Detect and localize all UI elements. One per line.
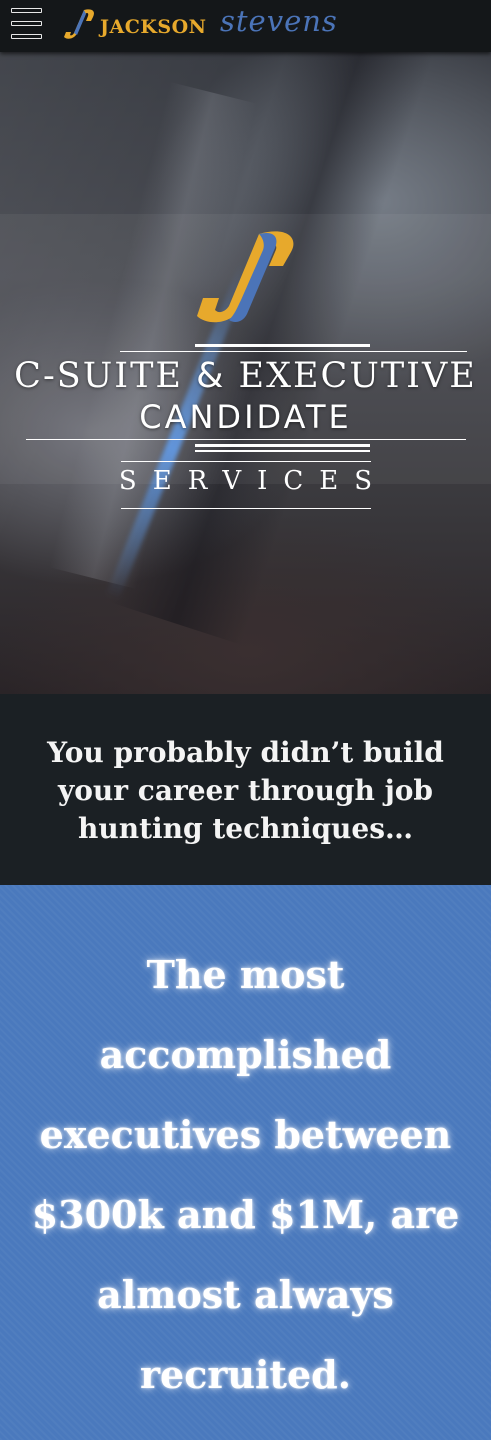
hero-title-executive: EXECUTIVE	[225, 356, 477, 396]
intro-statement-text: You probably didn’t build your career th…	[47, 736, 444, 845]
hamburger-menu-icon[interactable]	[11, 8, 42, 39]
highlight-text: The most accomplished executives between…	[31, 952, 460, 1397]
hero-rule-sub-top	[121, 461, 371, 462]
site-logo-link[interactable]: JACKSON stevens	[62, 4, 362, 44]
hero-rule-sub-bottom	[121, 508, 371, 509]
hero-title-ampersand: &	[196, 356, 226, 396]
hero-title-line-2: CANDIDATE	[139, 398, 352, 436]
hero-rule-mid-short	[195, 444, 370, 447]
hero-rule-top-long	[120, 351, 467, 352]
page: JACKSON stevens C-SUITE & EXECUTIVE CAND…	[0, 0, 491, 1440]
intro-statement-section: You probably didn’t build your career th…	[0, 694, 491, 885]
hero-banner: C-SUITE & EXECUTIVE CANDIDATE SERVICES	[0, 52, 491, 694]
menu-bar-bottom	[11, 34, 42, 39]
logo-s-mark-icon	[64, 9, 94, 39]
hero-subtitle: SERVICES	[118, 466, 389, 496]
logo-brand-stevens: stevens	[220, 4, 338, 38]
menu-bar-top	[11, 8, 42, 13]
highlight-section: The most accomplished executives between…	[0, 885, 491, 1440]
hero-s-logo-icon	[197, 231, 294, 323]
top-bar: JACKSON stevens	[0, 0, 491, 52]
logo-brand-jackson: JACKSON	[100, 16, 207, 38]
hero-rule-mid-long	[26, 439, 466, 440]
menu-bar-middle	[11, 21, 42, 26]
hero-title-csuite: C-SUITE	[14, 356, 197, 396]
hero-rule-mid-thin	[195, 450, 370, 452]
hero-title-line-1: C-SUITE & EXECUTIVE	[0, 356, 491, 396]
hero-rule-top-short	[195, 344, 370, 347]
